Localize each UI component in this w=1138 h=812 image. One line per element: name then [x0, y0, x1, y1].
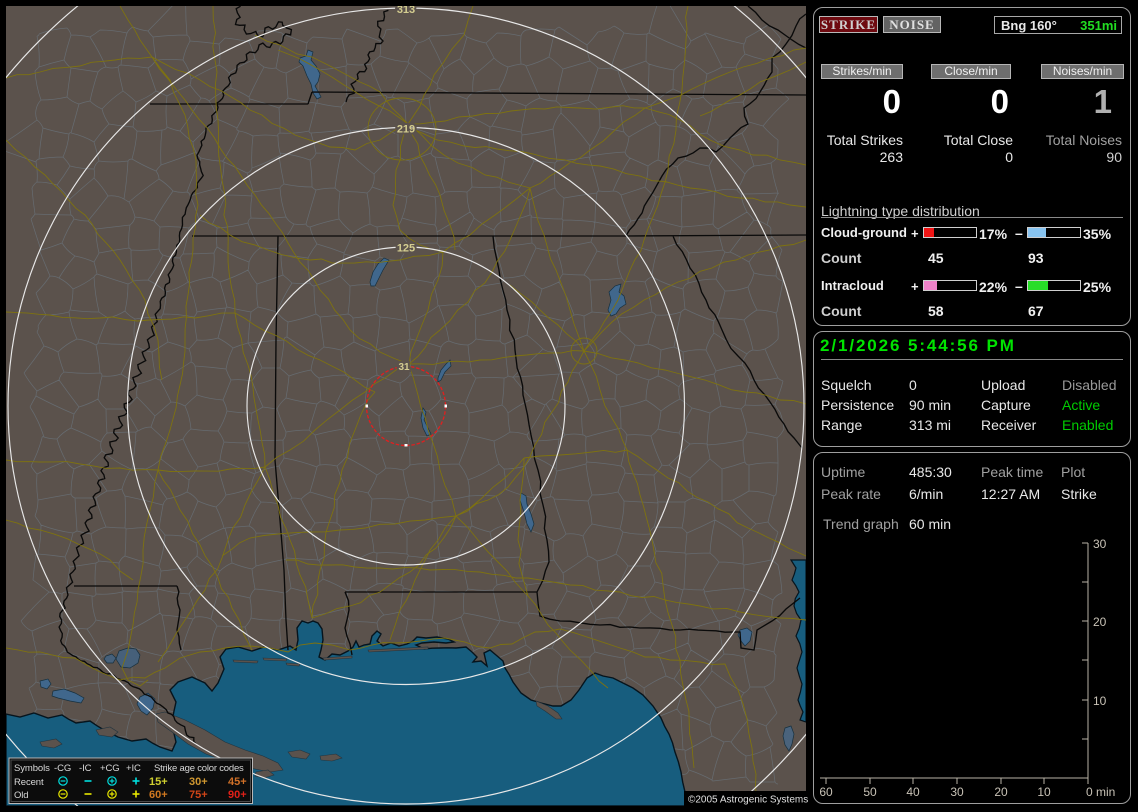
svg-text:0 min: 0 min [1086, 785, 1115, 799]
svg-text:50: 50 [863, 785, 877, 799]
svg-text:75+: 75+ [189, 789, 208, 801]
svg-text:-IC: -IC [79, 763, 92, 774]
svg-text:Old: Old [14, 790, 28, 801]
svg-text:Strike age color codes: Strike age color codes [154, 763, 244, 774]
svg-text:45+: 45+ [228, 776, 247, 788]
svg-text:+CG: +CG [100, 763, 120, 774]
svg-text:90+: 90+ [228, 789, 247, 801]
svg-text:60: 60 [819, 785, 833, 799]
svg-text:Recent: Recent [14, 777, 44, 788]
svg-text:10: 10 [1037, 785, 1051, 799]
svg-text:15+: 15+ [149, 776, 168, 788]
svg-text:10: 10 [1093, 694, 1107, 708]
svg-text:©2005 Astrogenic Systems: ©2005 Astrogenic Systems [688, 795, 808, 806]
svg-text:Symbols: Symbols [14, 763, 50, 774]
svg-text:+IC: +IC [126, 763, 141, 774]
svg-text:30+: 30+ [189, 776, 208, 788]
svg-text:219: 219 [397, 124, 415, 136]
svg-text:30: 30 [950, 785, 964, 799]
svg-text:20: 20 [994, 785, 1008, 799]
svg-text:313: 313 [397, 4, 415, 16]
svg-text:31: 31 [398, 362, 410, 373]
svg-text:30: 30 [1093, 537, 1107, 551]
svg-text:-CG: -CG [54, 763, 71, 774]
svg-text:40: 40 [906, 785, 920, 799]
svg-text:60+: 60+ [149, 789, 168, 801]
svg-text:20: 20 [1093, 615, 1107, 629]
svg-text:125: 125 [397, 243, 415, 255]
